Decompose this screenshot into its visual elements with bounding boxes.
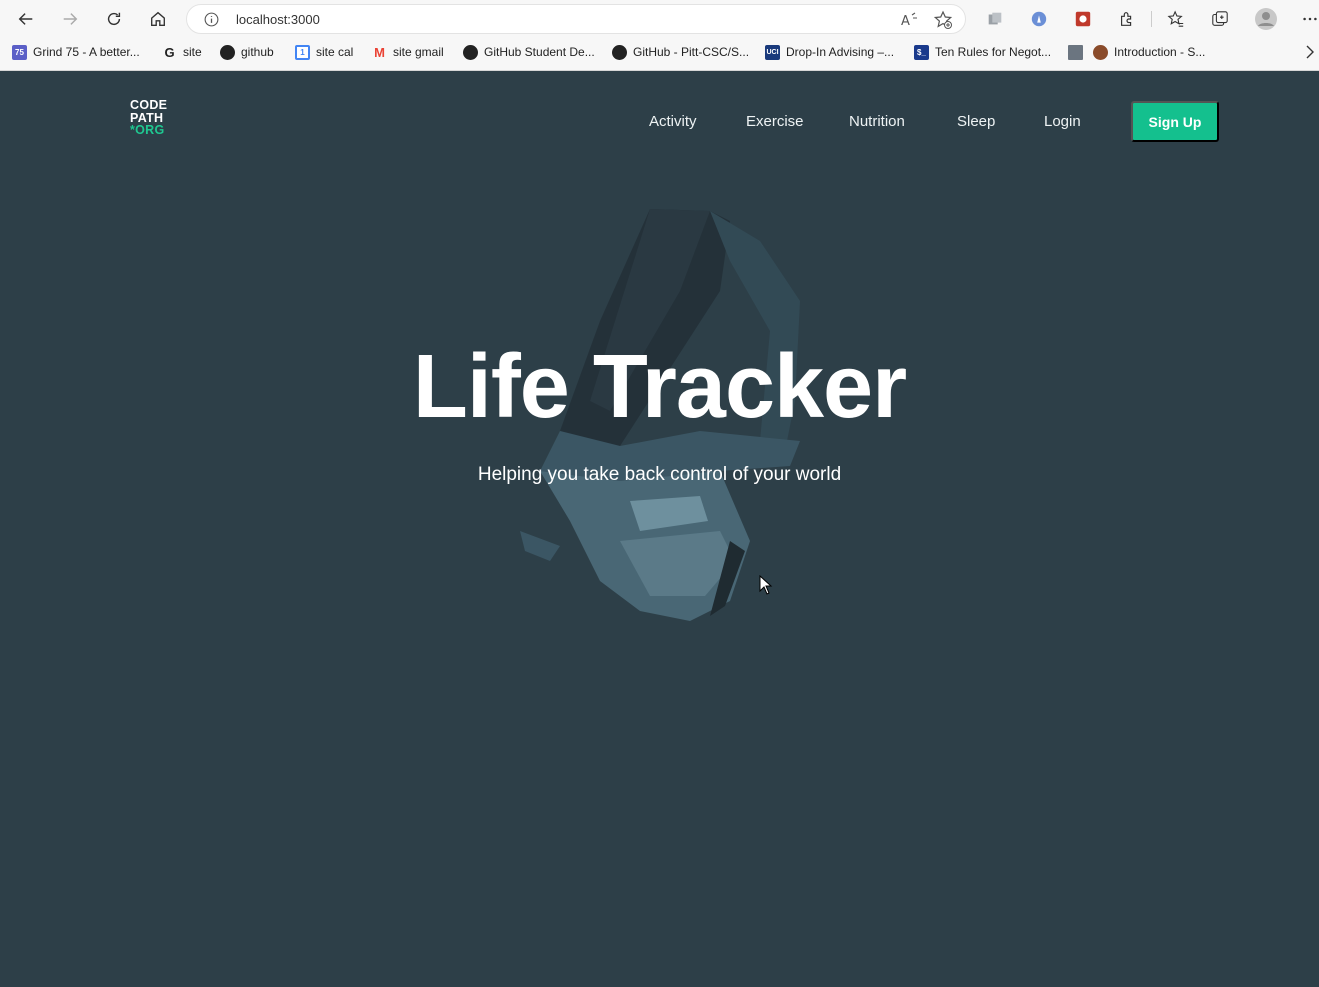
nav-sleep[interactable]: Sleep [957,113,995,130]
hero-title: Life Tracker [412,337,907,437]
nav-activity[interactable]: Activity [649,113,697,130]
bookmark-site[interactable]: G site [162,43,202,61]
refresh-button[interactable] [100,5,128,33]
monitor-icon [1068,44,1083,60]
bookmark-label: Ten Rules for Negot... [935,45,1052,59]
grind75-icon: 75 [12,44,27,60]
favorites-icon[interactable] [1166,9,1186,29]
extensions-puzzle-icon[interactable] [1117,9,1137,29]
bookmark-github-student[interactable]: GitHub Student De... [463,43,595,61]
bookmark-introduction[interactable]: Introduction - S... [1093,43,1205,61]
bookmark-monitor[interactable] [1068,43,1083,61]
bookmark-label: site gmail [393,45,444,59]
nav-login[interactable]: Login [1044,113,1081,130]
codepath-logo[interactable]: CODE PATH *ORG [130,99,167,137]
forward-button[interactable] [56,5,84,33]
add-favorite-icon[interactable] [933,10,953,30]
home-button[interactable] [144,5,172,33]
read-aloud-icon[interactable]: A [899,10,919,30]
sign-up-button[interactable]: Sign Up [1131,101,1219,142]
gmail-icon: M [374,44,385,60]
extension-compass-icon[interactable] [1029,9,1049,29]
site-c-icon: G [164,44,175,60]
hero-subtitle: Helping you take back control of your wo… [477,464,842,485]
rust-icon [1093,44,1108,60]
bookmark-grind75[interactable]: 75 Grind 75 - A better... [12,43,140,61]
chevron-right-icon[interactable] [1304,44,1316,60]
bookmark-site-cal[interactable]: 1 site cal [295,43,353,61]
bookmark-label: site [183,45,202,59]
bookmark-label: Grind 75 - A better... [33,45,140,59]
nav-nutrition[interactable]: Nutrition [849,113,905,130]
bookmark-label: github [241,45,274,59]
back-arrow-icon [18,13,33,25]
back-button[interactable] [12,5,40,33]
bookmark-label: GitHub Student De... [484,45,595,59]
bookmark-label: site cal [316,45,354,59]
logo-line-org: *ORG [130,123,165,137]
github-icon [463,44,478,60]
bookmark-github-pitt[interactable]: GitHub - Pitt-CSC/S... [612,43,749,61]
nav-exercise[interactable]: Exercise [746,113,804,130]
mouse-cursor-icon [759,575,773,595]
collections-icon[interactable] [1210,9,1230,29]
svg-text:A: A [901,14,910,29]
toolbar-separator [1151,11,1152,27]
bookmark-label: Drop-In Advising –... [786,45,895,59]
extension-tabs-icon[interactable] [985,9,1005,29]
more-menu-icon[interactable] [1300,9,1319,29]
logo-line-code: CODE [130,98,168,112]
github-icon [220,44,235,60]
dollar-terminal-icon: $_ [914,44,929,60]
bookmark-github[interactable]: github [220,43,274,61]
bookmarks-bar: 75 Grind 75 - A better... G site github … [0,40,1319,64]
home-icon [151,11,165,26]
address-bar[interactable]: localhost:3000 A [186,4,966,34]
browser-chrome: localhost:3000 A 75 Grind 75 - A better.… [0,0,1319,71]
bookmark-site-gmail[interactable]: M site gmail [372,43,444,61]
profile-avatar-icon[interactable] [1254,7,1278,31]
extension-red-icon[interactable] [1073,9,1093,29]
info-icon[interactable] [203,11,220,28]
github-icon [612,44,627,60]
calendar-icon: 1 [295,44,310,60]
bookmark-label: Introduction - S... [1114,45,1206,59]
bookmark-ten-rules[interactable]: $_ Ten Rules for Negot... [914,43,1051,61]
forward-arrow-icon [63,13,78,25]
bookmark-drop-in-advising[interactable]: UCI Drop-In Advising –... [765,43,894,61]
browser-toolbar: localhost:3000 A [0,0,1319,38]
bookmark-label: GitHub - Pitt-CSC/S... [633,45,750,59]
uci-icon: UCI [765,44,780,60]
url-text[interactable]: localhost:3000 [236,12,320,27]
page: CODE PATH *ORG Activity Exercise Nutriti… [0,71,1319,987]
refresh-icon [107,12,121,26]
